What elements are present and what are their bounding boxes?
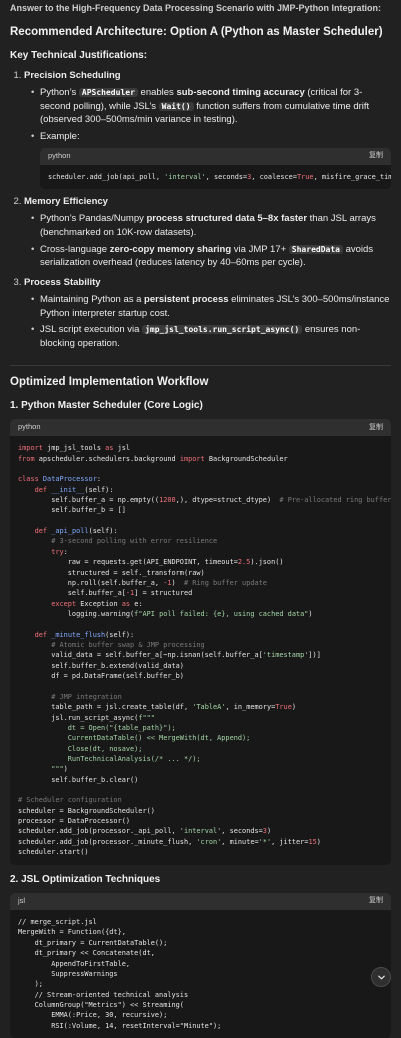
code-block: python 复制 import jmp_jsl_tools as jsl fr… [10,419,391,865]
chevron-down-icon [377,975,385,979]
code-content: import jmp_jsl_tools as jsl from apsched… [18,444,391,857]
chat-answer: Answer to the High-Frequency Data Proces… [0,0,401,1038]
divider [10,365,391,367]
code-language: python [48,151,71,161]
recommended-heading: Recommended Architecture: Option A (Pyth… [10,26,383,38]
inline-code: Wait() [158,101,194,111]
inline-code: APScheduler [78,87,138,97]
workflow-heading: Optimized Implementation Workflow [10,376,209,389]
bullet: Maintaining Python as a persistent proce… [31,293,391,321]
list-item-title: Process Stability [24,277,101,289]
code-header: python 复制 [10,419,391,437]
copy-button[interactable]: 复制 [369,423,383,433]
code-content: // merge_script.jsl MergeWith = Function… [18,918,222,1030]
inline-code: jmp_jsl_tools.run_script_async() [142,325,303,335]
scroll-down-button[interactable] [371,967,391,987]
justifications-heading: Key Technical Justifications: [10,49,148,61]
list-item: Memory Efficiency Python’s Pandas/Numpy … [24,195,391,270]
bullet: Cross-language zero-copy memory sharing … [31,243,391,271]
list-item: Precision Scheduling Python’s APSchedule… [24,69,391,190]
bullet: Python’s Pandas/Numpy process structured… [31,212,391,240]
code-content: scheduler.add_job(api_poll, 'interval', … [48,173,391,181]
copy-button[interactable]: 复制 [369,151,383,161]
code-header: jsl 复制 [10,893,391,911]
bullet: Example: [31,130,391,144]
list-item-title: Precision Scheduling [24,70,121,82]
step-heading: 1. Python Master Scheduler (Core Logic) [10,399,203,411]
code-language: jsl [18,896,26,906]
inline-code: SharedData [288,244,343,254]
list-item-title: Memory Efficiency [24,196,108,208]
code-header: python 复制 [40,148,391,165]
bullet: Python’s APScheduler enables sub-second … [31,86,391,127]
bullet: JSL script execution via jmp_jsl_tools.r… [31,323,391,351]
code-block: jsl 复制 // merge_script.jsl MergeWith = F… [10,893,391,1038]
code-block: python 复制 scheduler.add_job(api_poll, 'i… [40,148,391,190]
justification-list: Precision Scheduling Python’s APSchedule… [10,69,391,351]
step-heading: 2. JSL Optimization Techniques [10,873,161,885]
copy-button[interactable]: 复制 [369,896,383,906]
list-item: Process Stability Maintaining Python as … [24,276,391,351]
code-language: python [18,422,41,432]
answer-title: Answer to the High-Frequency Data Proces… [10,3,382,13]
